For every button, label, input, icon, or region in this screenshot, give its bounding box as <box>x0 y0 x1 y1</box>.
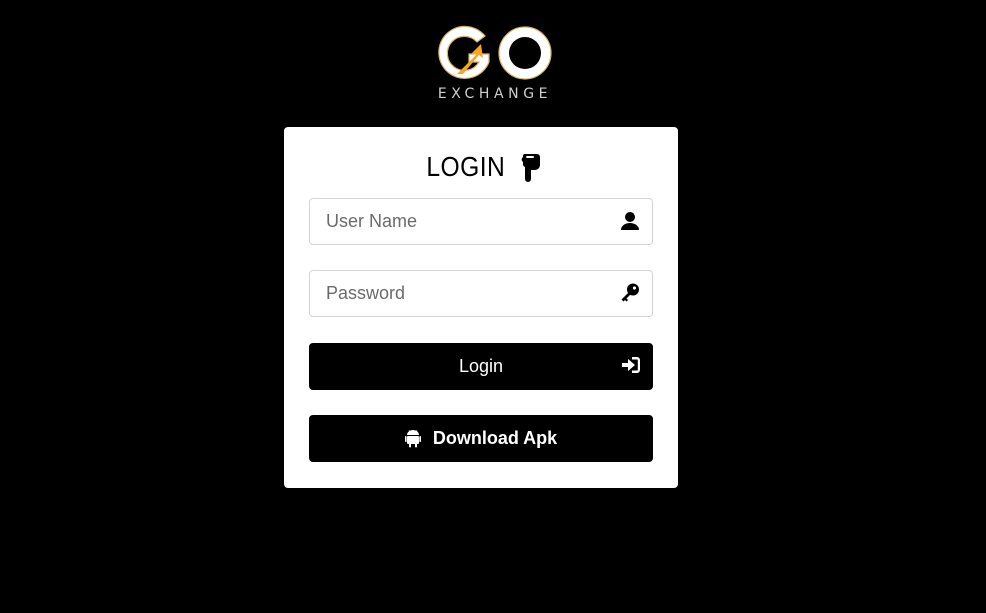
password-input[interactable] <box>310 271 652 316</box>
login-title: LOGIN <box>284 151 678 183</box>
download-apk-button[interactable]: Download Apk <box>309 415 653 462</box>
username-field[interactable] <box>309 198 653 245</box>
download-apk-label: Download Apk <box>432 428 558 448</box>
login-card: LOGIN Login <box>284 127 678 488</box>
login-button[interactable]: Login <box>309 343 653 390</box>
brand-logo: EXCHANGE <box>0 22 986 102</box>
user-icon <box>621 212 639 230</box>
android-icon <box>404 429 421 447</box>
key-icon <box>621 283 639 302</box>
sign-in-icon <box>622 357 640 373</box>
login-button-label: Login <box>458 356 504 376</box>
username-input[interactable] <box>310 199 652 244</box>
password-field[interactable] <box>309 270 653 317</box>
brand-subtitle: EXCHANGE <box>437 86 553 102</box>
go-logo-mark <box>438 25 552 80</box>
login-page: EXCHANGE LOGIN Login <box>0 0 986 613</box>
hand-point-down-icon <box>521 154 540 182</box>
login-title-text: LOGIN <box>426 151 506 182</box>
